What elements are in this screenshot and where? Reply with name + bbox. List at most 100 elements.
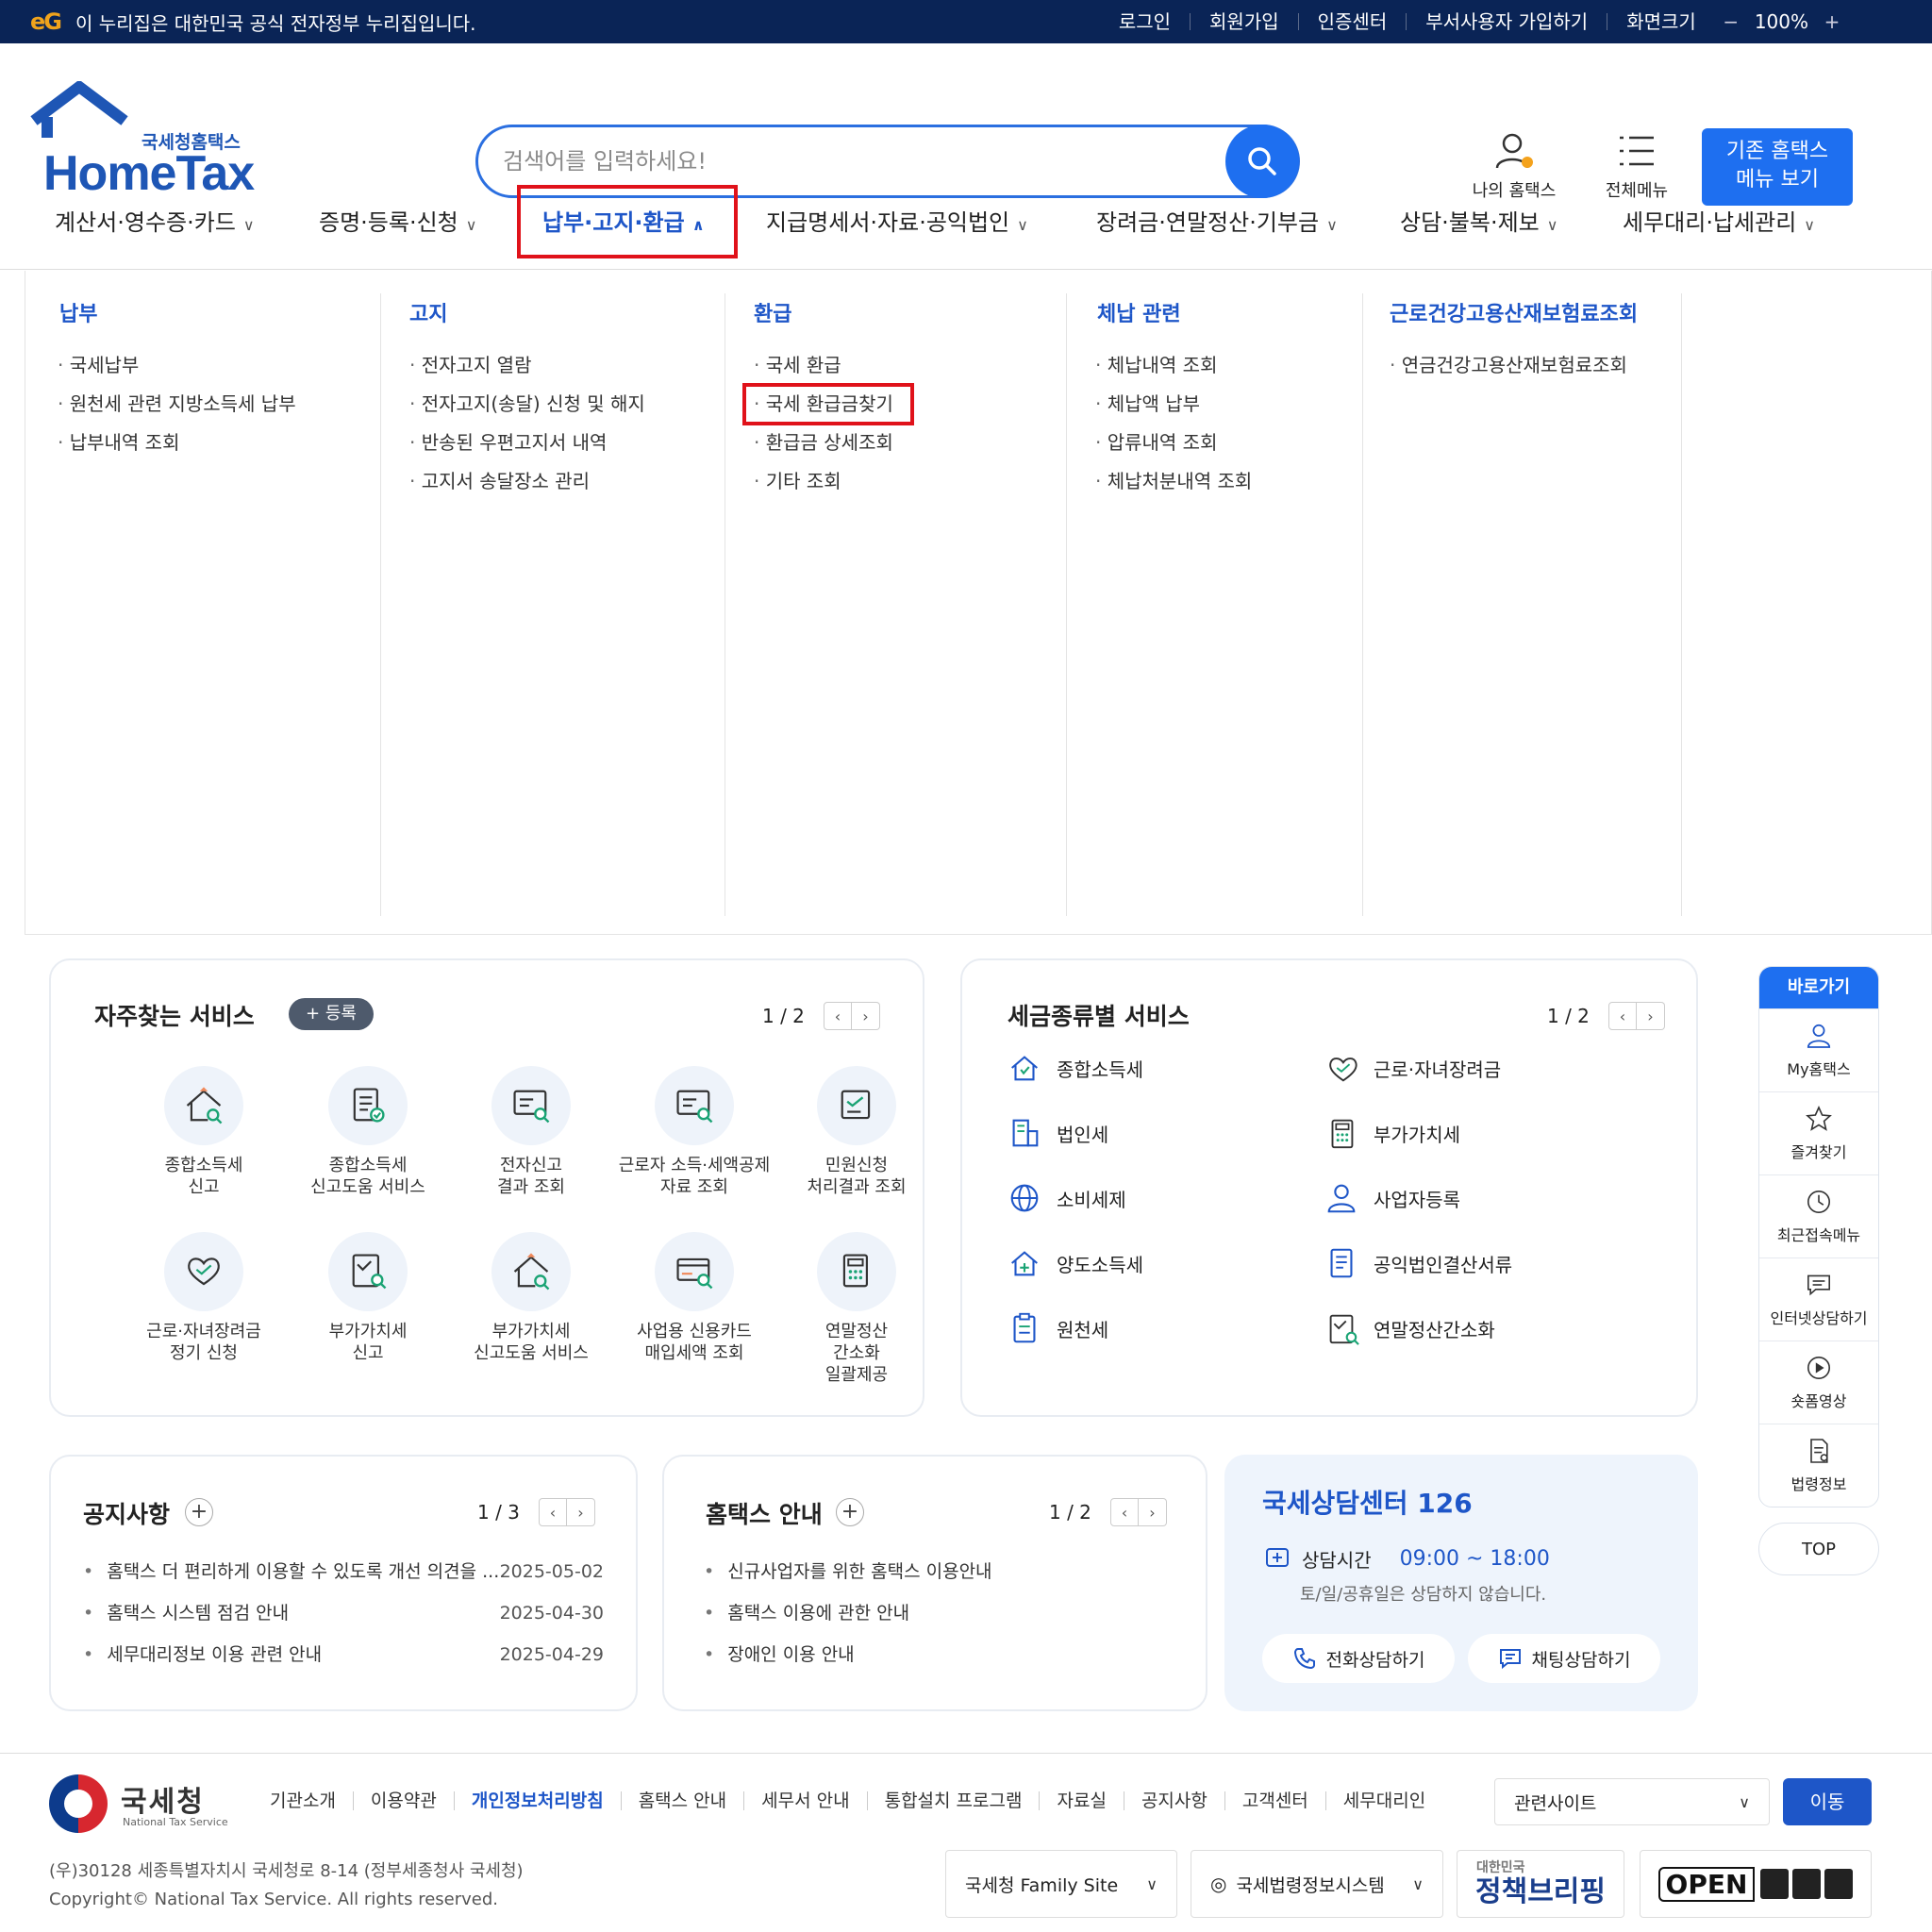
footer-link[interactable]: 세무서 안내 (744, 1791, 868, 1810)
menu-item-refund-finder[interactable]: 국세 환급금찾기 (742, 383, 914, 425)
notice-item[interactable]: 홈택스 더 편리하게 이용할 수 있도록 개선 의견을 ...2025-05-0… (83, 1551, 604, 1592)
menu-item[interactable]: 기타 조회 (744, 462, 912, 501)
menu-item[interactable]: 반송된 우편고지서 내역 (409, 424, 645, 462)
tax-service-item[interactable]: 원천세 (1006, 1309, 1108, 1347)
favorite-service-item[interactable]: 사업용 신용카드 매입세액 조회 (613, 1232, 775, 1364)
zoom-in-button[interactable]: + (1822, 10, 1842, 33)
menu-item[interactable]: 고지서 송달장소 관리 (409, 462, 645, 501)
guide-item[interactable]: 홈택스 이용에 관한 안내 (704, 1592, 1175, 1634)
nav-consult-appeal-report[interactable]: 상담·불복·제보 ∨ (1400, 204, 1557, 237)
quick-link-item[interactable]: 인터넷상담하기 (1759, 1257, 1878, 1341)
policy-briefing-badge[interactable]: 대한민국 정책브리핑 (1457, 1850, 1624, 1918)
quick-link-item[interactable]: 최근접속메뉴 (1759, 1174, 1878, 1257)
menu-item[interactable]: 환급금 상세조회 (744, 424, 912, 462)
footer-link[interactable]: 이용약관 (354, 1791, 455, 1810)
tax-service-item[interactable]: 종합소득세 (1006, 1049, 1143, 1087)
footer-link[interactable]: 기관소개 (270, 1791, 354, 1810)
hometax-logo[interactable]: 국세청홈택스 HomeTax (30, 81, 257, 201)
footer-link[interactable]: 공지사항 (1124, 1791, 1225, 1810)
chat-consult-button[interactable]: 채팅상담하기 (1468, 1634, 1660, 1683)
favorite-service-item[interactable]: 부가가치세 신고도움 서비스 (450, 1232, 612, 1364)
family-site-select[interactable]: 국세청 Family Site ∨ (945, 1850, 1177, 1918)
next-page-button[interactable]: › (1636, 1002, 1665, 1030)
notices-more-button[interactable]: + (185, 1498, 213, 1526)
nav-payment-notice-refund[interactable]: 납부·고지·환급 ∧ (542, 204, 705, 237)
prev-page-button[interactable]: ‹ (1109, 1498, 1139, 1526)
tax-service-item[interactable]: 양도소득세 (1006, 1244, 1143, 1282)
menu-item[interactable]: 전자고지 열람 (409, 346, 645, 385)
prev-page-button[interactable]: ‹ (538, 1498, 567, 1526)
tax-service-item[interactable]: 근로·자녀장려금 (1323, 1049, 1501, 1087)
tax-service-item[interactable]: 소비세제 (1006, 1179, 1126, 1217)
footer-link-privacy[interactable]: 개인정보처리방침 (455, 1791, 622, 1810)
menu-item[interactable]: 압류내역 조회 (1095, 424, 1252, 462)
notice-item[interactable]: 세무대리정보 이용 관련 안내 2025-04-29 (83, 1634, 604, 1675)
quick-link-item[interactable]: 숏폼영상 (1759, 1341, 1878, 1424)
scroll-top-button[interactable]: TOP (1758, 1523, 1879, 1575)
go-button[interactable]: 이동 (1783, 1778, 1872, 1825)
next-page-button[interactable]: › (1138, 1498, 1167, 1526)
favorite-service-item[interactable]: 민원신청 처리결과 조회 (775, 1066, 938, 1198)
favorite-service-item[interactable]: 연말정산 간소화 일괄제공 (775, 1232, 938, 1386)
nav-certificate-registration[interactable]: 증명·등록·신청 ∨ (319, 204, 476, 237)
menu-item[interactable]: 국세 환급 (744, 346, 912, 385)
register-favorite-button[interactable]: + 등록 (289, 998, 374, 1030)
mega-col-title[interactable]: 근로건강고용산재보험료조회 (1390, 297, 1638, 327)
menu-item[interactable]: 체납액 납부 (1095, 385, 1252, 424)
next-page-button[interactable]: › (851, 1002, 880, 1030)
nav-invoice-receipt-card[interactable]: 계산서·영수증·카드 ∨ (55, 204, 255, 237)
tax-service-item[interactable]: 연말정산간소화 (1323, 1309, 1495, 1347)
prev-page-button[interactable]: ‹ (823, 1002, 852, 1030)
nts-logo[interactable]: 국세청 National Tax Service (49, 1774, 238, 1840)
next-page-button[interactable]: › (566, 1498, 595, 1526)
dept-user-signup-link[interactable]: 부서사용자 가입하기 (1407, 12, 1608, 31)
law-system-select[interactable]: ◎ 국세법령정보시스템 ∨ (1191, 1850, 1443, 1918)
signup-link[interactable]: 회원가입 (1191, 12, 1299, 31)
phone-consult-button[interactable]: 전화상담하기 (1262, 1634, 1455, 1683)
prev-page-button[interactable]: ‹ (1607, 1002, 1637, 1030)
footer-link[interactable]: 통합설치 프로그램 (868, 1791, 1041, 1810)
favorite-service-item[interactable]: 부가가치세 신고 (287, 1232, 449, 1364)
favorite-service-item[interactable]: 근로·자녀장려금 정기 신청 (123, 1232, 285, 1364)
quick-link-item[interactable]: 즐겨찾기 (1759, 1091, 1878, 1174)
search-input[interactable] (503, 139, 1182, 184)
tax-service-item[interactable]: 사업자등록 (1323, 1179, 1460, 1217)
mega-col-title[interactable]: 체납 관련 (1097, 297, 1181, 327)
favorite-service-item[interactable]: 전자신고 결과 조회 (450, 1066, 612, 1198)
menu-item[interactable]: 납부내역 조회 (58, 424, 296, 462)
tax-service-item[interactable]: 법인세 (1006, 1114, 1108, 1152)
menu-item[interactable]: 연금건강고용산재보험료조회 (1390, 346, 1627, 385)
footer-link[interactable]: 홈택스 안내 (622, 1791, 745, 1810)
monitor-search-icon (676, 1090, 713, 1124)
guide-more-button[interactable]: + (836, 1498, 864, 1526)
nav-payment-statement-data[interactable]: 지급명세서·자료·공익법인 ∨ (766, 204, 1028, 237)
favorite-service-item[interactable]: 종합소득세 신고 (123, 1066, 285, 1198)
related-sites-select[interactable]: 관련사이트 ∨ (1494, 1778, 1770, 1825)
open-license-badge[interactable]: OPEN (1640, 1850, 1872, 1918)
guide-item[interactable]: 신규사업자를 위한 홈택스 이용안내 (704, 1551, 1175, 1592)
mega-col-title[interactable]: 납부 (59, 297, 97, 327)
nav-tax-agent-management[interactable]: 세무대리·납세관리 ∨ (1623, 204, 1815, 237)
menu-item[interactable]: 원천세 관련 지방소득세 납부 (58, 385, 296, 424)
notice-item[interactable]: 홈택스 시스템 점검 안내 2025-04-30 (83, 1592, 604, 1634)
mega-col-title[interactable]: 고지 (409, 297, 447, 327)
guide-item[interactable]: 장애인 이용 안내 (704, 1634, 1175, 1675)
menu-item[interactable]: 체납처분내역 조회 (1095, 462, 1253, 501)
nav-incentive-yearend-donation[interactable]: 장려금·연말정산·기부금 ∨ (1096, 204, 1338, 237)
login-link[interactable]: 로그인 (1100, 12, 1191, 31)
footer-link[interactable]: 자료실 (1040, 1791, 1124, 1810)
quick-link-item[interactable]: My홈택스 (1759, 1008, 1878, 1091)
tax-service-item[interactable]: 부가가치세 (1323, 1114, 1460, 1152)
zoom-out-button[interactable]: − (1721, 10, 1741, 33)
menu-item[interactable]: 체납내역 조회 (1095, 346, 1252, 385)
favorite-service-item[interactable]: 종합소득세 신고도움 서비스 (287, 1066, 449, 1198)
quick-link-item[interactable]: 법령정보 (1759, 1424, 1878, 1507)
favorite-service-item[interactable]: 근로자 소득·세액공제 자료 조회 (613, 1066, 775, 1198)
footer-link[interactable]: 세무대리인 (1326, 1791, 1442, 1810)
menu-item[interactable]: 전자고지(송달) 신청 및 해지 (409, 385, 645, 424)
tax-service-item[interactable]: 공익법인결산서류 (1323, 1244, 1512, 1282)
cert-center-link[interactable]: 인증센터 (1299, 12, 1407, 31)
menu-item[interactable]: 국세납부 (58, 346, 296, 385)
footer-link[interactable]: 고객센터 (1225, 1791, 1326, 1810)
mega-col-title[interactable]: 환급 (754, 297, 791, 327)
